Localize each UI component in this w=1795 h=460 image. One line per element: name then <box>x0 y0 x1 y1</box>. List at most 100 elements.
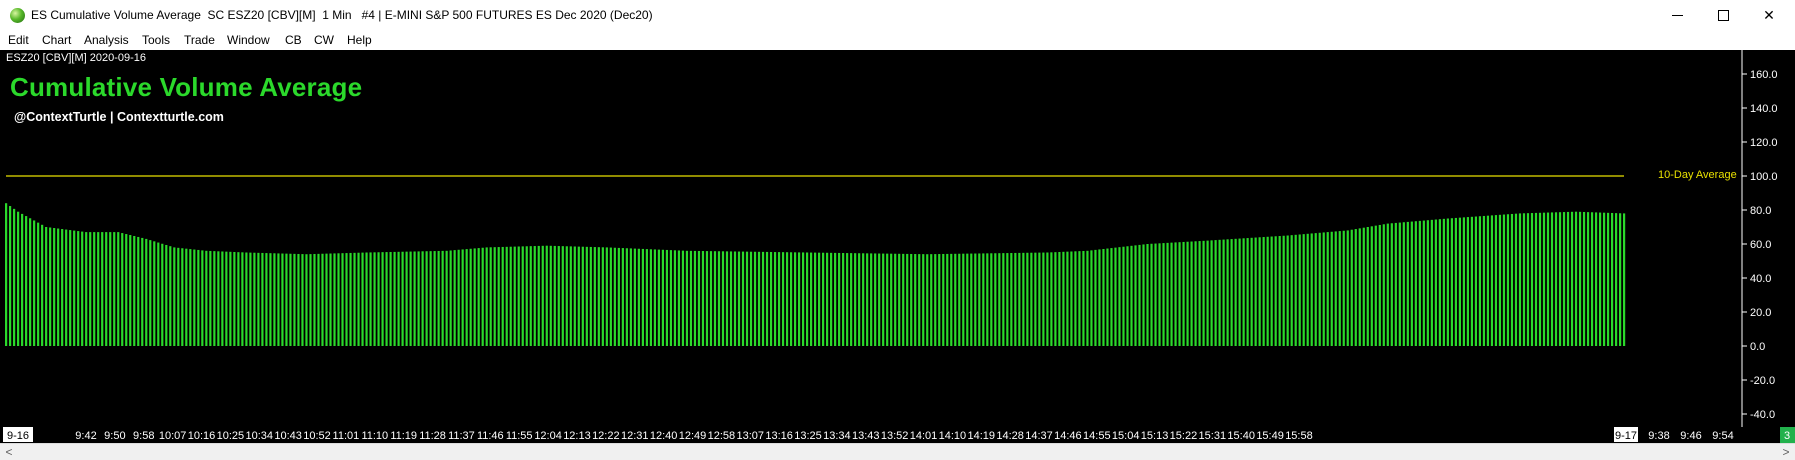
x-tick-label: 15:13 <box>1141 430 1169 442</box>
y-tick-label: 140.0 <box>1750 103 1778 115</box>
chart-bar <box>954 253 957 346</box>
chart-bar <box>1306 233 1309 346</box>
chart-bar <box>69 230 72 346</box>
chart-bar <box>137 236 140 346</box>
x-tick-label: 11:10 <box>361 430 388 442</box>
chart-bar <box>1066 251 1069 346</box>
chart-bar <box>1458 217 1461 346</box>
chart-bar <box>1018 252 1021 346</box>
chart-bar <box>261 252 264 346</box>
chart-bar <box>874 253 877 346</box>
chart-area[interactable]: 160.0 140.0 120.0 100.0 80.0 60.0 40.0 20.0 0.0 -… <box>0 50 1795 443</box>
chart-bar <box>473 248 476 346</box>
chart-bar <box>589 246 592 346</box>
chart-bar <box>1258 237 1261 346</box>
chart-bar <box>281 253 284 346</box>
chart-bar <box>978 253 981 346</box>
chart-bar <box>1302 234 1305 346</box>
chart-bar <box>717 251 721 346</box>
menu-window[interactable]: Window <box>227 33 270 47</box>
x-tick-label: 9:58 <box>133 430 154 442</box>
chart-bar <box>850 253 853 346</box>
menu-edit[interactable]: Edit <box>8 33 29 47</box>
chart-bar <box>49 227 52 346</box>
scroll-left-arrow-icon[interactable]: < <box>2 445 16 459</box>
chart-bar <box>926 254 929 346</box>
chart-bar <box>1378 224 1381 346</box>
chart-bar <box>1222 239 1225 346</box>
menu-chart[interactable]: Chart <box>42 33 71 47</box>
menu-help[interactable]: Help <box>347 33 372 47</box>
chart-bar <box>1606 212 1610 346</box>
chart-bar <box>381 252 384 346</box>
chart-bar <box>1454 217 1457 346</box>
menu-cb[interactable]: CB <box>285 33 302 47</box>
chart-bar <box>1486 215 1490 346</box>
chart-bar <box>165 244 168 346</box>
chart-bar <box>854 253 857 346</box>
x-tick-label: 14:37 <box>1025 430 1053 442</box>
chart-bar <box>621 248 624 346</box>
chart-bar <box>773 252 777 346</box>
chart-bar <box>1254 237 1257 346</box>
x-tick-label: 13:43 <box>852 430 880 442</box>
chart-bar <box>882 253 885 346</box>
chart-bar <box>257 252 260 346</box>
minimize-button[interactable] <box>1654 0 1700 31</box>
chart-bar <box>1370 226 1373 346</box>
close-button[interactable]: ✕ <box>1746 0 1792 31</box>
x-tick-label: 10:07 <box>159 430 187 442</box>
chart-bar <box>982 253 985 346</box>
chart-bar <box>1278 236 1281 346</box>
chart-bar <box>285 253 288 346</box>
chart-bar <box>1594 212 1598 346</box>
x-tick-label: 9-17 <box>1615 430 1637 442</box>
chart-bar <box>970 253 973 346</box>
menu-cw[interactable]: CW <box>314 33 334 47</box>
chart-bar <box>818 252 821 346</box>
chart-bar <box>934 254 937 346</box>
chart-bar <box>445 250 448 346</box>
chart-bar <box>1342 230 1345 346</box>
chart-bar <box>469 248 472 346</box>
chart-bar <box>1138 244 1141 346</box>
chart-bar <box>1310 233 1313 346</box>
chart-bar <box>1570 211 1574 346</box>
chart-bar <box>753 251 757 346</box>
chart-bar <box>994 253 997 346</box>
x-tick-label: 12:04 <box>534 430 562 442</box>
chart-bar <box>1282 235 1285 346</box>
chart-bar <box>545 245 548 346</box>
chart-bar <box>577 246 580 346</box>
maximize-button[interactable] <box>1700 0 1746 31</box>
x-tick-label: 13:25 <box>794 430 822 442</box>
chart-bar <box>361 252 364 346</box>
chart-bar <box>569 246 572 346</box>
horizontal-scrollbar[interactable]: < > <box>0 443 1795 460</box>
chart-bar <box>1470 216 1474 346</box>
chart-bar <box>537 245 540 346</box>
chart-bar <box>1478 216 1482 346</box>
chart-bar <box>613 247 616 346</box>
chart-bar <box>377 252 380 346</box>
chart-bar <box>1142 244 1145 346</box>
chart-bar <box>1090 250 1093 346</box>
chart-bar <box>81 231 84 346</box>
menu-analysis[interactable]: Analysis <box>84 33 129 47</box>
scroll-right-arrow-icon[interactable]: > <box>1779 445 1793 459</box>
chart-bar <box>974 253 977 346</box>
chart-bar <box>1298 234 1301 346</box>
chart-bar <box>1230 239 1233 346</box>
chart-bar <box>41 224 44 346</box>
chart-bar <box>1034 252 1037 346</box>
chart-bar <box>1406 221 1409 346</box>
menu-tools[interactable]: Tools <box>142 33 170 47</box>
chart-bar <box>9 206 12 346</box>
chart-bar <box>33 220 36 346</box>
chart-bar <box>125 234 128 346</box>
menu-trade[interactable]: Trade <box>184 33 215 47</box>
chart-bar <box>53 228 56 346</box>
chart-bar <box>1106 248 1109 346</box>
chart-bar <box>757 251 761 346</box>
chart-bar <box>1178 242 1181 346</box>
